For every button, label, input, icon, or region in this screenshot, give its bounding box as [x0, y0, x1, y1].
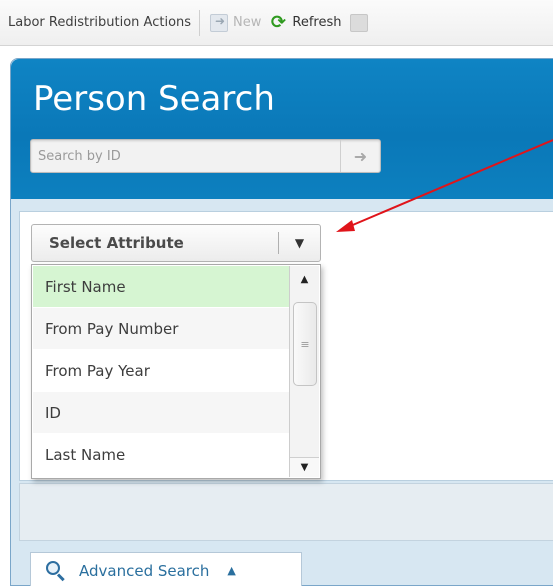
option-from-pay-year[interactable]: From Pay Year [33, 350, 289, 391]
search-box: ➜ [30, 139, 381, 173]
search-input[interactable] [31, 140, 341, 172]
scroll-thumb[interactable]: ≡ [293, 302, 317, 386]
toolbar-title: Labor Redistribution Actions [8, 15, 192, 30]
chevron-up-icon: ▲ [227, 564, 236, 577]
option-first-name[interactable]: First Name [33, 266, 289, 307]
refresh-icon: ⟳ [270, 11, 286, 33]
arrow-right-icon: ➜ [353, 146, 368, 166]
page-title: Person Search [33, 79, 275, 119]
scroll-up-icon[interactable]: ▲ [290, 270, 319, 290]
search-go-button[interactable]: ➜ [340, 140, 380, 172]
select-attribute-label: Select Attribute [49, 234, 184, 252]
refresh-button[interactable]: ⟳ Refresh [265, 8, 345, 38]
chevron-down-icon[interactable]: ▼ [279, 236, 320, 250]
attribute-options-list: First Name From Pay Number From Pay Year… [31, 264, 321, 479]
option-from-pay-number[interactable]: From Pay Number [33, 308, 289, 349]
toolbar-overflow-icon[interactable] [349, 13, 368, 32]
new-button-label: New [233, 15, 262, 30]
new-icon [210, 13, 229, 32]
advanced-search-label: Advanced Search [79, 561, 210, 580]
refresh-button-label: Refresh [292, 15, 342, 30]
option-id[interactable]: ID [33, 392, 289, 433]
magnifier-icon [45, 560, 67, 582]
select-attribute-dropdown[interactable]: Select Attribute ▼ [31, 224, 321, 262]
advanced-search-tab[interactable]: Advanced Search ▲ [30, 552, 302, 586]
toolbar: Labor Redistribution Actions New ⟳ Refre… [0, 0, 553, 46]
option-last-name[interactable]: Last Name [33, 434, 289, 475]
panel-header: Person Search ➜ [11, 59, 553, 199]
options-scrollbar[interactable]: ▲ ≡ ▼ [289, 266, 319, 477]
scroll-down-icon[interactable]: ▼ [290, 457, 319, 477]
results-strip [19, 483, 553, 541]
new-button[interactable]: New [206, 8, 265, 38]
toolbar-divider [199, 9, 201, 36]
